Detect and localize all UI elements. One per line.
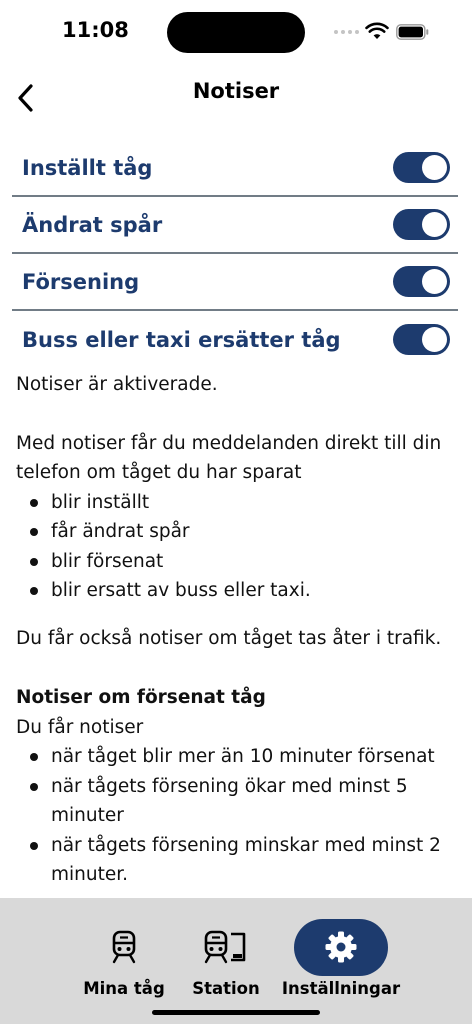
status-time: 11:08 <box>62 18 129 42</box>
active-tab-indicator <box>294 918 388 976</box>
page-title: Notiser <box>192 79 280 103</box>
tab-bar: Mina tåg Station Inställningar <box>0 898 472 1024</box>
delay-list: när tåget blir mer än 10 minuter försena… <box>16 742 456 890</box>
train-icon <box>112 930 136 964</box>
tab-label: Station <box>192 979 260 998</box>
delay-intro-text: Du får notiser <box>16 716 144 738</box>
reinstated-text: Du får också notiser om tåget tas åter i… <box>16 627 442 649</box>
forsening-switch[interactable] <box>393 266 450 297</box>
toggle-row-buss-eller-taxi[interactable]: Buss eller taxi ersätter tåg <box>12 311 458 368</box>
tab-installningar[interactable]: Inställningar <box>276 918 406 1006</box>
intro-text: Med notiser får du meddelanden direkt ti… <box>16 432 442 484</box>
battery-icon <box>396 24 429 40</box>
tab-label: Inställningar <box>281 979 401 998</box>
delay-section-heading: Notiser om försenat tåg <box>16 687 266 708</box>
switch-knob <box>422 327 447 352</box>
wifi-icon <box>365 22 389 39</box>
toggle-row-installt-tag[interactable]: Inställt tåg <box>12 140 458 197</box>
tab-station[interactable]: Station <box>176 918 276 1006</box>
status-bar: 11:08 <box>0 0 472 64</box>
navigation-bar: Notiser <box>0 72 472 124</box>
dynamic-island <box>167 12 305 53</box>
notification-toggle-list: Inställt tåg Ändrat spår Försening Buss … <box>12 140 458 368</box>
toggle-label: Buss eller taxi ersätter tåg <box>22 327 341 352</box>
notifications-status-text: Notiser är aktiverade. <box>16 374 218 395</box>
toggle-row-forsening[interactable]: Försening <box>12 254 458 311</box>
buss-eller-taxi-switch[interactable] <box>393 324 450 355</box>
tab-label: Mina tåg <box>83 979 165 998</box>
installt-tag-switch[interactable] <box>393 152 450 183</box>
andrat-spar-switch[interactable] <box>393 209 450 240</box>
toggle-row-andrat-spar[interactable]: Ändrat spår <box>12 197 458 254</box>
list-item: när tågets försening minskar med minst 2… <box>28 831 456 890</box>
switch-knob <box>422 212 447 237</box>
list-item: får ändrat spår <box>28 517 456 547</box>
toggle-label: Inställt tåg <box>22 155 153 180</box>
list-item: blir försenat <box>28 547 456 577</box>
list-item: blir inställt <box>28 488 456 518</box>
home-indicator[interactable] <box>152 1010 320 1015</box>
toggle-label: Ändrat spår <box>22 212 163 237</box>
switch-knob <box>422 155 447 180</box>
intro-list: blir inställt får ändrat spår blir förse… <box>16 488 456 606</box>
notification-info: Notiser är aktiverade. Med notiser får d… <box>16 370 456 890</box>
toggle-label: Försening <box>22 269 140 294</box>
tab-mina-tag[interactable]: Mina tåg <box>74 918 174 1006</box>
list-item: när tåget blir mer än 10 minuter försena… <box>28 742 456 772</box>
cellular-signal-icon <box>334 30 359 34</box>
list-item: blir ersatt av buss eller taxi. <box>28 576 456 606</box>
switch-knob <box>422 269 447 294</box>
station-icon <box>204 930 246 964</box>
gear-icon <box>325 931 357 963</box>
list-item: när tågets försening ökar med minst 5 mi… <box>28 772 456 831</box>
